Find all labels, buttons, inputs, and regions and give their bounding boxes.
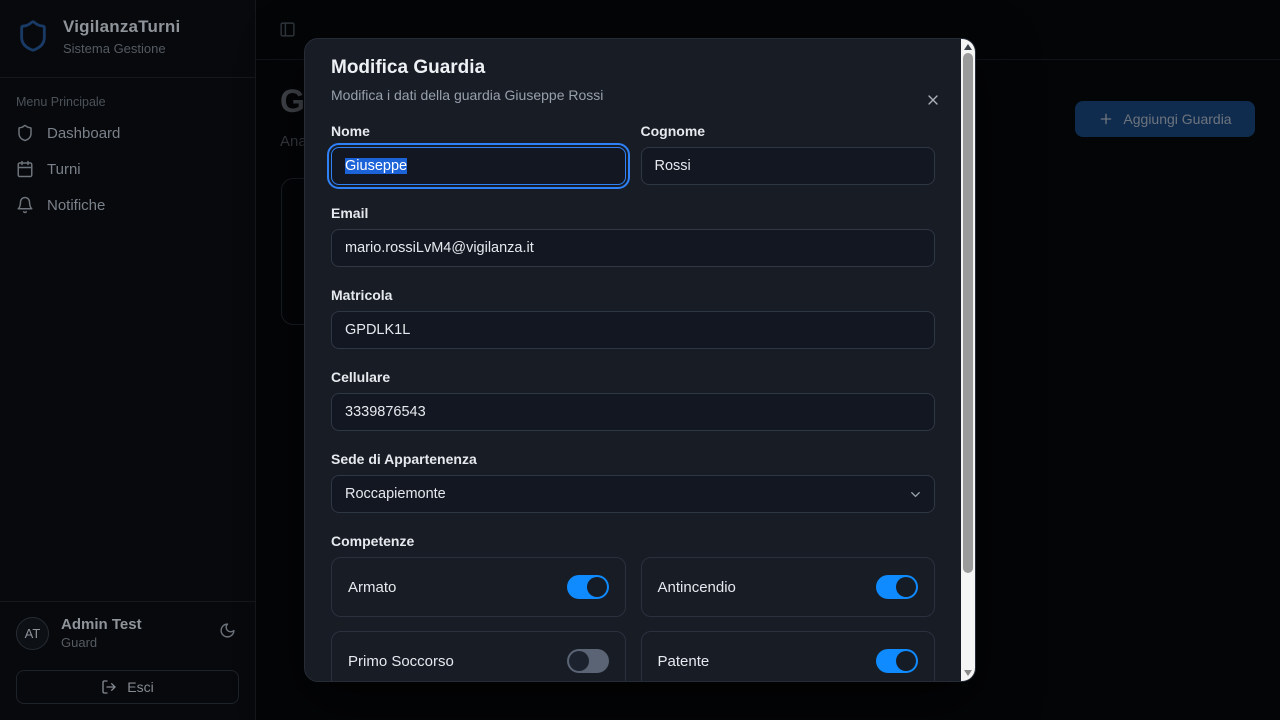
shield-icon	[16, 124, 34, 142]
toggle-knob	[569, 651, 589, 671]
email-input[interactable]	[331, 229, 935, 267]
sidebar-item-label: Turni	[47, 161, 81, 178]
cognome-input[interactable]	[641, 147, 936, 185]
logout-button[interactable]: Esci	[16, 670, 239, 704]
sede-selected-value: Roccapiemonte	[345, 486, 446, 502]
scrollbar-thumb[interactable]	[963, 53, 973, 573]
cellulare-input[interactable]	[331, 393, 935, 431]
nome-label: Nome	[331, 123, 626, 139]
bell-icon	[16, 196, 34, 214]
app-subtitle: Sistema Gestione	[63, 41, 180, 56]
competenza-armato-card[interactable]: Armato	[331, 557, 626, 617]
sidebar-user-section: AT Admin Test Guard Esci	[0, 601, 255, 720]
scrollbar-up-arrow-icon[interactable]	[964, 44, 972, 50]
add-guard-label: Aggiungi Guardia	[1123, 111, 1231, 127]
app-logo-row: VigilanzaTurni Sistema Gestione	[0, 0, 255, 78]
menu-section-label: Menu Principale	[16, 95, 239, 109]
competenza-primo-soccorso-card[interactable]: Primo Soccorso	[331, 631, 626, 681]
matricola-input[interactable]	[331, 311, 935, 349]
nome-input[interactable]: Giuseppe	[331, 147, 626, 185]
scrollbar-down-arrow-icon[interactable]	[964, 670, 972, 676]
nome-selected-text: Giuseppe	[345, 158, 407, 174]
toggle-knob	[896, 651, 916, 671]
close-icon[interactable]	[925, 91, 943, 109]
moon-theme-icon[interactable]	[219, 622, 236, 639]
add-guard-button[interactable]: Aggiungi Guardia	[1075, 101, 1255, 137]
competenze-grid: Armato Antincendio Primo Soccorso Patent…	[331, 557, 935, 681]
plus-icon	[1098, 111, 1114, 127]
sidebar-item-label: Dashboard	[47, 125, 120, 142]
sidebar-nav: Dashboard Turni Notifiche	[0, 115, 255, 223]
primo-soccorso-toggle[interactable]	[567, 649, 609, 673]
patente-toggle[interactable]	[876, 649, 918, 673]
toggle-knob	[896, 577, 916, 597]
sidebar-item-label: Notifiche	[47, 197, 105, 214]
modal-scrollbar[interactable]	[961, 39, 975, 681]
sidebar-item-notifiche[interactable]: Notifiche	[0, 187, 255, 223]
matricola-label: Matricola	[331, 287, 935, 303]
sede-select[interactable]: Roccapiemonte	[331, 475, 935, 513]
sidebar-item-turni[interactable]: Turni	[0, 151, 255, 187]
sidebar-item-dashboard[interactable]: Dashboard	[0, 115, 255, 151]
logout-label: Esci	[127, 679, 153, 695]
armato-toggle[interactable]	[567, 575, 609, 599]
calendar-icon	[16, 160, 34, 178]
toggle-knob	[587, 577, 607, 597]
sidebar: VigilanzaTurni Sistema Gestione Menu Pri…	[0, 0, 256, 720]
page-title: G	[280, 83, 305, 120]
user-role: Guard	[61, 635, 142, 650]
avatar: AT	[16, 617, 49, 650]
shield-logo-icon	[16, 19, 50, 53]
modal-subtitle: Modifica i dati della guardia Giuseppe R…	[331, 87, 935, 103]
cognome-label: Cognome	[641, 123, 936, 139]
cellulare-label: Cellulare	[331, 369, 935, 385]
user-name: Admin Test	[61, 616, 142, 633]
edit-guard-modal: Modifica Guardia Modifica i dati della g…	[304, 38, 976, 682]
competenze-label: Competenze	[331, 533, 935, 549]
sede-label: Sede di Appartenenza	[331, 451, 935, 467]
app-title: VigilanzaTurni	[63, 17, 180, 37]
email-label: Email	[331, 205, 935, 221]
logout-icon	[101, 679, 117, 695]
modal-title: Modifica Guardia	[331, 57, 935, 79]
competenza-patente-card[interactable]: Patente	[641, 631, 936, 681]
antincendio-toggle[interactable]	[876, 575, 918, 599]
competenza-antincendio-card[interactable]: Antincendio	[641, 557, 936, 617]
page-subtitle: Ana	[280, 133, 307, 150]
sidebar-toggle-icon[interactable]	[279, 21, 296, 38]
